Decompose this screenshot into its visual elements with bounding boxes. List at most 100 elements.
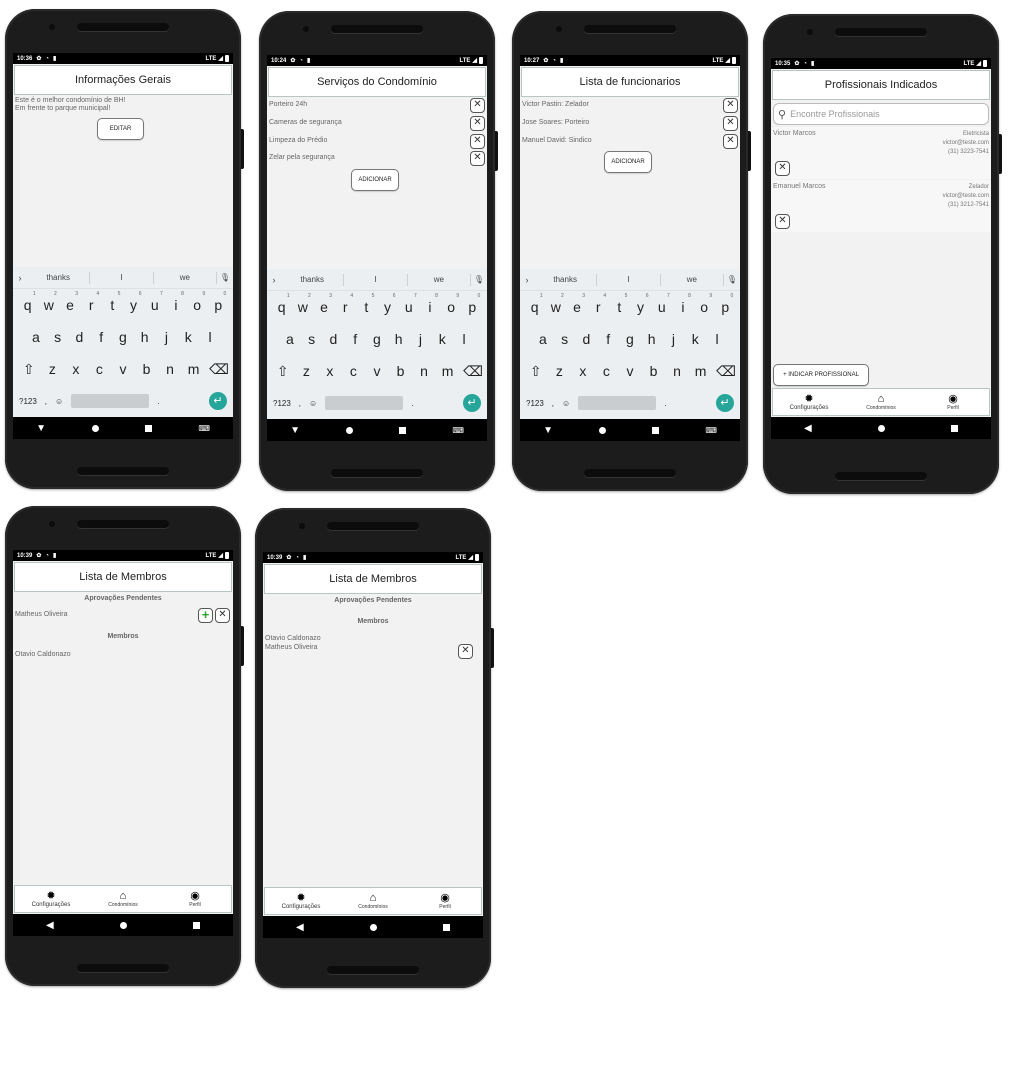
back-icon[interactable]: ◀ [296, 922, 304, 933]
backspace-key-icon[interactable]: ⌫ [716, 363, 736, 380]
key-x[interactable]: x [322, 363, 338, 379]
suggestion-3[interactable]: we [154, 271, 217, 284]
emoji-key-icon[interactable]: ☺ [562, 399, 570, 408]
key-f[interactable]: f [347, 331, 363, 347]
key-o[interactable]: o9 [189, 291, 205, 313]
symbols-key[interactable]: ?123 [19, 397, 37, 406]
emoji-key-icon[interactable]: ☺ [309, 399, 317, 408]
back-icon[interactable]: ▼ [290, 425, 300, 436]
key-u[interactable]: u7 [147, 291, 163, 313]
microphone-icon[interactable]: 🎙 [471, 275, 487, 284]
tab-condos[interactable]: ⌂ Condomínios [851, 393, 911, 411]
suggestion-1[interactable]: thanks [534, 273, 598, 286]
key-f[interactable]: f [600, 331, 616, 347]
back-icon[interactable]: ▼ [36, 423, 46, 434]
key-r[interactable]: r4 [337, 293, 353, 315]
recents-icon[interactable] [192, 921, 200, 929]
comma-key[interactable]: , [45, 397, 47, 406]
remove-staff-close-icon[interactable]: ✕ [723, 98, 738, 113]
key-z[interactable]: z [44, 361, 60, 377]
remove-service-close-icon[interactable]: ✕ [470, 116, 485, 131]
key-k[interactable]: k [180, 329, 196, 345]
reject-close-icon[interactable]: ✕ [215, 608, 230, 623]
recents-icon[interactable] [442, 923, 450, 931]
key-t[interactable]: t5 [358, 293, 374, 315]
chevron-right-icon[interactable]: › [520, 275, 534, 285]
tab-profile[interactable]: ◉ Perfil [415, 892, 475, 910]
space-key[interactable] [578, 396, 657, 410]
key-i[interactable]: i8 [168, 291, 184, 313]
key-c[interactable]: c [345, 363, 361, 379]
tab-profile[interactable]: ◉ Perfil [165, 890, 225, 908]
edit-button[interactable]: EDITAR [97, 118, 144, 140]
home-icon[interactable] [599, 426, 607, 434]
suggestion-2[interactable]: I [90, 271, 154, 284]
key-z[interactable]: z [298, 363, 314, 379]
key-a[interactable]: a [282, 331, 298, 347]
key-h[interactable]: h [137, 329, 153, 345]
remove-professional-close-icon[interactable]: ✕ [775, 161, 790, 176]
enter-key-icon[interactable]: ↵ [209, 392, 227, 410]
backspace-key-icon[interactable]: ⌫ [209, 361, 229, 378]
add-staff-button[interactable]: ADICIONAR [604, 151, 652, 173]
key-x[interactable]: x [575, 363, 591, 379]
space-key[interactable] [71, 394, 150, 408]
comma-key[interactable]: , [552, 399, 554, 408]
tab-config[interactable]: ✹ Configurações [271, 892, 331, 910]
back-icon[interactable]: ▼ [543, 425, 553, 436]
tab-condos[interactable]: ⌂ Condomínios [93, 890, 153, 908]
info-text-line-1[interactable]: Este é o melhor condomínio de BH! [15, 97, 126, 105]
suggestion-2[interactable]: I [597, 273, 661, 286]
key-y[interactable]: y6 [126, 291, 142, 313]
key-b[interactable]: b [646, 363, 662, 379]
home-icon[interactable] [369, 923, 377, 931]
key-m[interactable]: m [440, 363, 456, 379]
key-v[interactable]: v [115, 361, 131, 377]
shift-key-icon[interactable]: ⇧ [275, 363, 291, 380]
key-g[interactable]: g [369, 331, 385, 347]
add-service-button[interactable]: ADICIONAR [351, 169, 399, 191]
back-icon[interactable]: ◀ [804, 423, 812, 434]
suggestion-3[interactable]: we [408, 273, 471, 286]
tab-condos[interactable]: ⌂ Condomínios [343, 892, 403, 910]
indicate-professional-button[interactable]: + INDICAR PROFISSIONAL [773, 364, 869, 386]
suggestion-1[interactable]: thanks [27, 271, 91, 284]
key-t[interactable]: t5 [611, 293, 627, 315]
key-i[interactable]: i8 [422, 293, 438, 315]
remove-member-close-icon[interactable]: ✕ [458, 644, 473, 659]
chevron-right-icon[interactable]: › [267, 275, 281, 285]
key-s[interactable]: s [304, 331, 320, 347]
key-a[interactable]: a [535, 331, 551, 347]
home-icon[interactable] [346, 426, 354, 434]
shift-key-icon[interactable]: ⇧ [21, 361, 37, 378]
key-l[interactable]: l [709, 331, 725, 347]
key-e[interactable]: e3 [569, 293, 585, 315]
key-n[interactable]: n [416, 363, 432, 379]
remove-service-close-icon[interactable]: ✕ [470, 151, 485, 166]
tab-config[interactable]: ✹ Configurações [779, 393, 839, 411]
period-key[interactable]: . [664, 399, 666, 408]
key-n[interactable]: n [669, 363, 685, 379]
key-l[interactable]: l [456, 331, 472, 347]
key-u[interactable]: u7 [401, 293, 417, 315]
symbols-key[interactable]: ?123 [273, 399, 291, 408]
period-key[interactable]: . [157, 397, 159, 406]
microphone-icon[interactable]: 🎙 [724, 275, 740, 284]
remove-service-close-icon[interactable]: ✕ [470, 98, 485, 113]
key-g[interactable]: g [115, 329, 131, 345]
remove-staff-close-icon[interactable]: ✕ [723, 134, 738, 149]
key-p[interactable]: p0 [210, 291, 226, 313]
suggestion-2[interactable]: I [344, 273, 408, 286]
tab-config[interactable]: ✹ Configurações [21, 890, 81, 908]
key-s[interactable]: s [50, 329, 66, 345]
remove-professional-close-icon[interactable]: ✕ [775, 214, 790, 229]
key-b[interactable]: b [393, 363, 409, 379]
key-l[interactable]: l [202, 329, 218, 345]
key-t[interactable]: t5 [104, 291, 120, 313]
keyboard-switch-icon[interactable]: ⌨ [198, 424, 210, 433]
recents-icon[interactable] [950, 424, 958, 432]
key-q[interactable]: q1 [527, 293, 543, 315]
home-icon[interactable] [877, 424, 885, 432]
key-y[interactable]: y6 [633, 293, 649, 315]
keyboard-switch-icon[interactable]: ⌨ [452, 426, 464, 435]
